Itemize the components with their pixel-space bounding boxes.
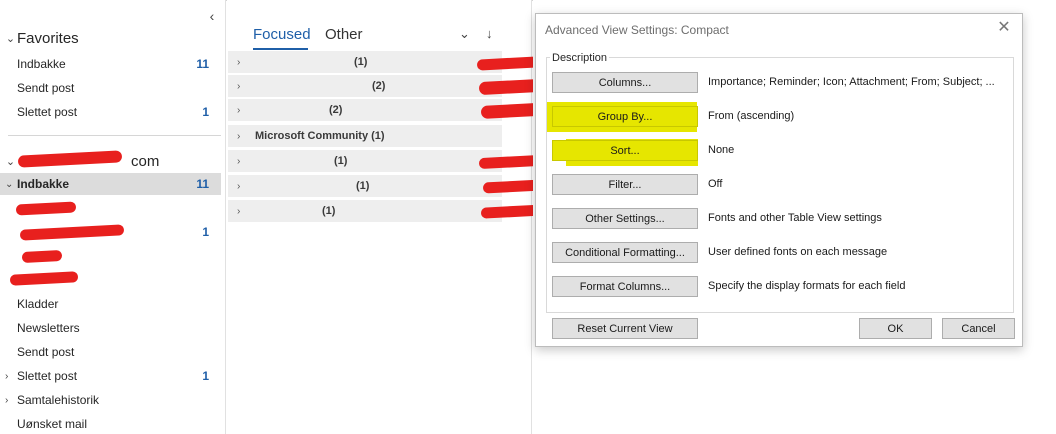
format-columns-description: Specify the display formats for each fie… — [708, 280, 906, 292]
folder-name: Samtalehistorik — [17, 393, 100, 407]
message-list: Focused Other ⌄ ↓ › (1) › (2) › (2) › Mi… — [227, 0, 598, 434]
conditional-formatting-button[interactable]: Conditional Formatting... — [552, 242, 698, 263]
message-group-row[interactable]: › (1) — [228, 51, 502, 74]
tab-focused[interactable]: Focused — [253, 24, 311, 46]
dialog-title: Advanced View Settings: Compact — [545, 23, 729, 37]
sort-arrow-down-icon[interactable]: ↓ — [486, 26, 493, 41]
folder-item-samtalehistorik[interactable]: › Samtalehistorik — [0, 389, 221, 411]
group-label: (1) — [322, 205, 336, 217]
filter-description: Off — [708, 178, 723, 190]
chevron-right-icon[interactable]: › — [237, 181, 240, 192]
message-group-row[interactable]: › (1) — [228, 200, 502, 223]
unread-count: 1 — [202, 369, 209, 383]
chevron-right-icon[interactable]: › — [237, 81, 240, 92]
folder-name: Slettet post — [17, 369, 78, 383]
description-label: Description — [550, 52, 610, 64]
account-label-suffix: com — [131, 152, 160, 170]
columns-button[interactable]: Columns... — [552, 72, 698, 93]
folder-name: Indbakke — [17, 177, 70, 191]
format-columns-button[interactable]: Format Columns... — [552, 276, 698, 297]
folder-name: Sendt post — [17, 345, 75, 359]
group-by-description: From (ascending) — [708, 110, 795, 122]
message-group-row[interactable]: › Microsoft Community (1) — [228, 125, 502, 148]
favorite-item-sendt-post[interactable]: Sendt post — [0, 77, 221, 99]
chevron-right-icon[interactable]: › — [5, 395, 8, 406]
group-label: Microsoft Community (1) — [255, 130, 385, 142]
pane-divider — [8, 135, 221, 136]
folder-name: Newsletters — [17, 321, 80, 335]
sort-button[interactable]: Sort... — [552, 140, 698, 161]
sort-description: None — [708, 144, 735, 156]
active-tab-indicator — [253, 48, 308, 50]
message-group-row[interactable]: › (1) — [228, 150, 502, 173]
folder-name: Uønsket mail — [17, 417, 88, 431]
folder-name: Slettet post — [17, 105, 78, 119]
cancel-button[interactable]: Cancel — [942, 318, 1015, 339]
message-group-row[interactable]: › (1) — [228, 175, 502, 198]
chevron-down-icon: ⌄ — [5, 178, 14, 190]
chevron-down-icon: ⌄ — [5, 32, 16, 45]
group-label: (1) — [356, 180, 370, 192]
message-group-row[interactable]: › (2) — [228, 99, 502, 122]
ok-button[interactable]: OK — [859, 318, 932, 339]
conditional-formatting-description: User defined fonts on each message — [708, 246, 888, 258]
group-by-button[interactable]: Group By... — [552, 106, 698, 127]
collapse-pane-icon[interactable]: ‹ — [205, 8, 219, 24]
folder-item-newsletters[interactable]: Newsletters — [0, 317, 221, 339]
group-label: (1) — [354, 56, 368, 68]
chevron-right-icon[interactable]: › — [237, 131, 240, 142]
reset-current-view-button[interactable]: Reset Current View — [552, 318, 698, 339]
favorite-item-slettet-post[interactable]: Slettet post 1 — [0, 101, 221, 123]
unread-count: 11 — [196, 57, 209, 71]
folder-pane: ‹ ⌄ Favorites Indbakke 11 Sendt post Sle… — [0, 0, 226, 434]
folder-name: Sendt post — [17, 81, 75, 95]
favorites-label: Favorites — [17, 29, 79, 47]
columns-description: Importance; Reminder; Icon; Attachment; … — [708, 76, 995, 88]
folder-item-sendt-post[interactable]: Sendt post — [0, 341, 221, 363]
chevron-right-icon[interactable]: › — [237, 57, 240, 68]
chevron-right-icon[interactable]: › — [5, 371, 8, 382]
filter-button[interactable]: Filter... — [552, 174, 698, 195]
folder-item-slettet-post[interactable]: › Slettet post 1 — [0, 365, 221, 387]
unread-count: 11 — [196, 177, 209, 191]
folder-item-indbakke[interactable]: ⌄ Indbakke 11 — [0, 173, 221, 195]
other-settings-button[interactable]: Other Settings... — [552, 208, 698, 229]
group-label: (1) — [334, 155, 348, 167]
folder-item-kladder[interactable]: Kladder — [0, 293, 221, 315]
folder-item-uonsket-mail[interactable]: Uønsket mail — [0, 413, 221, 434]
chevron-right-icon[interactable]: › — [237, 156, 240, 167]
filter-chevron-down-icon[interactable]: ⌄ — [459, 26, 470, 42]
group-label: (2) — [372, 80, 386, 92]
advanced-view-settings-dialog: Advanced View Settings: Compact ✕ Descri… — [535, 13, 1023, 347]
folder-name: Indbakke — [17, 57, 66, 71]
close-icon[interactable]: ✕ — [996, 20, 1012, 36]
favorite-item-indbakke[interactable]: Indbakke 11 — [0, 53, 221, 75]
chevron-right-icon[interactable]: › — [237, 206, 240, 217]
message-group-row[interactable]: › (2) — [228, 75, 502, 98]
other-settings-description: Fonts and other Table View settings — [708, 212, 882, 224]
unread-count: 1 — [202, 105, 209, 119]
chevron-down-icon: ⌄ — [5, 155, 16, 168]
group-label: (2) — [329, 104, 343, 116]
unread-count: 1 — [202, 225, 209, 239]
tab-other[interactable]: Other — [325, 24, 363, 46]
folder-name: Kladder — [17, 297, 59, 311]
redaction-mark — [21, 249, 63, 264]
favorites-header[interactable]: ⌄ Favorites — [4, 27, 79, 49]
chevron-right-icon[interactable]: › — [237, 105, 240, 116]
